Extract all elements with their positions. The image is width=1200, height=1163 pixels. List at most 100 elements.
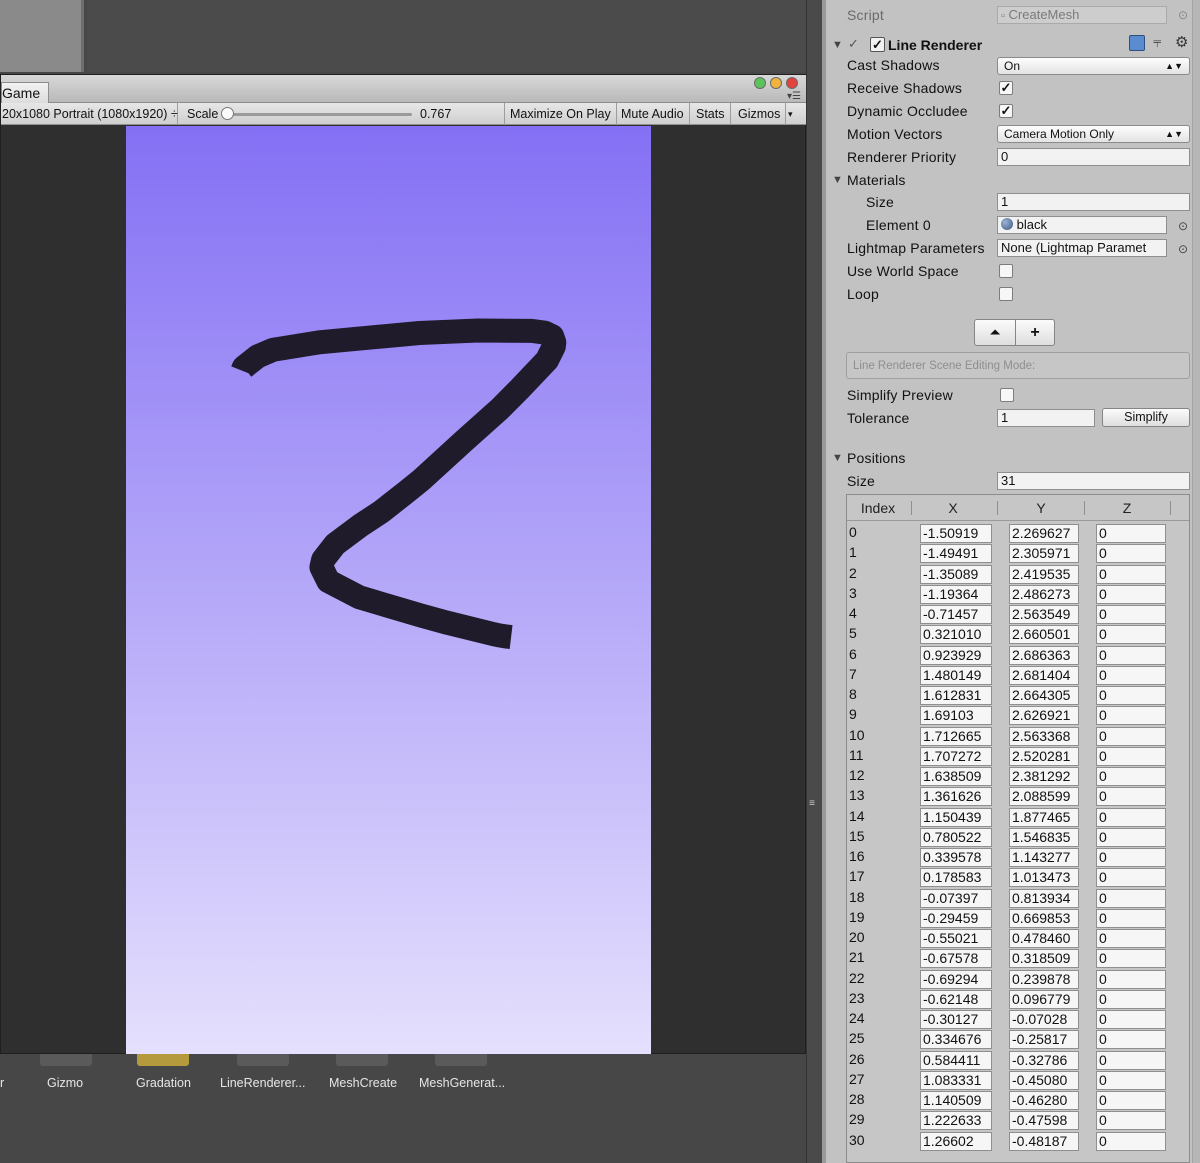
position-x-field[interactable]: -0.69294 [920, 969, 992, 989]
dynamic-occludee-checkbox[interactable]: ✓ [999, 104, 1013, 118]
position-y-field[interactable]: 0.318509 [1009, 949, 1079, 969]
position-x-field[interactable]: 1.480149 [920, 665, 992, 685]
position-z-field[interactable]: 0 [1096, 665, 1166, 685]
mute-audio-toggle[interactable]: Mute Audio [616, 103, 690, 125]
position-z-field[interactable]: 0 [1096, 584, 1166, 604]
position-y-field[interactable]: 2.686363 [1009, 645, 1079, 665]
position-y-field[interactable]: 2.381292 [1009, 767, 1079, 786]
position-x-field[interactable]: -1.50919 [920, 524, 992, 543]
position-x-field[interactable]: 1.69103 [920, 706, 992, 726]
positions-foldout-icon[interactable]: ▼ [832, 452, 843, 464]
position-y-field[interactable]: 2.660501 [1009, 625, 1079, 645]
position-x-field[interactable]: 1.638509 [920, 767, 992, 786]
position-z-field[interactable]: 0 [1096, 524, 1166, 543]
asset-label[interactable]: MeshGenerat... [419, 1076, 505, 1090]
asset-thumbnail-gradation[interactable] [137, 1054, 189, 1066]
position-y-field[interactable]: 0.669853 [1009, 908, 1079, 928]
position-x-field[interactable]: 1.712665 [920, 726, 992, 746]
position-z-field[interactable]: 0 [1096, 645, 1166, 665]
position-y-field[interactable]: -0.45080 [1009, 1070, 1079, 1090]
loop-checkbox[interactable] [999, 287, 1013, 301]
scale-slider-thumb[interactable] [221, 107, 234, 120]
column-header-index[interactable]: Index [847, 500, 909, 516]
asset-label[interactable]: Gizmo [47, 1076, 83, 1090]
tab-game[interactable]: Game [1, 82, 49, 103]
asset-label[interactable]: MeshCreate [329, 1076, 397, 1090]
asset-thumbnail[interactable] [336, 1054, 388, 1066]
position-z-field[interactable]: 0 [1096, 929, 1166, 948]
scale-slider-track[interactable] [226, 113, 412, 116]
asset-thumbnail[interactable] [237, 1054, 289, 1066]
splitter-grip-icon[interactable]: ≡ [806, 798, 818, 812]
object-picker-icon[interactable]: ⊙ [1178, 8, 1188, 22]
component-enabled-checkbox[interactable]: ✓ [870, 37, 885, 52]
position-y-field[interactable]: 2.088599 [1009, 787, 1079, 807]
position-x-field[interactable]: 0.339578 [920, 848, 992, 867]
position-z-field[interactable]: 0 [1096, 706, 1166, 726]
position-y-field[interactable]: 0.239878 [1009, 969, 1079, 989]
position-z-field[interactable]: 0 [1096, 767, 1166, 786]
position-z-field[interactable]: 0 [1096, 1050, 1166, 1070]
position-x-field[interactable]: 1.707272 [920, 746, 992, 766]
position-z-field[interactable]: 0 [1096, 726, 1166, 746]
position-x-field[interactable]: 1.361626 [920, 787, 992, 807]
position-x-field[interactable]: 0.923929 [920, 645, 992, 665]
position-y-field[interactable]: 2.563368 [1009, 726, 1079, 746]
object-picker-icon[interactable]: ⊙ [1178, 242, 1188, 256]
position-z-field[interactable]: 0 [1096, 827, 1166, 847]
position-z-field[interactable]: 0 [1096, 848, 1166, 867]
position-y-field[interactable]: 0.813934 [1009, 888, 1079, 908]
maximize-on-play-toggle[interactable]: Maximize On Play [505, 103, 617, 125]
create-points-button[interactable]: + [1015, 319, 1055, 346]
position-y-field[interactable]: 2.419535 [1009, 564, 1079, 584]
position-z-field[interactable]: 0 [1096, 1070, 1166, 1090]
panel-splitter[interactable] [806, 0, 822, 1163]
foldout-arrow-icon[interactable]: ▼ [832, 39, 843, 51]
gizmos-toggle[interactable]: Gizmos [733, 103, 787, 125]
gizmos-dropdown-arrow[interactable]: ▾ [783, 103, 798, 125]
resolution-dropdown[interactable]: 20x1080 Portrait (1080x1920) ÷ [0, 103, 178, 125]
position-x-field[interactable]: 1.150439 [920, 807, 992, 827]
position-y-field[interactable]: -0.25817 [1009, 1030, 1079, 1050]
position-x-field[interactable]: 0.780522 [920, 827, 992, 847]
position-x-field[interactable]: 0.334676 [920, 1030, 992, 1050]
position-x-field[interactable]: 1.26602 [920, 1131, 992, 1151]
asset-label[interactable]: LineRenderer... [220, 1076, 305, 1090]
position-x-field[interactable]: -0.71457 [920, 605, 992, 624]
position-z-field[interactable]: 0 [1096, 949, 1166, 969]
column-header-z[interactable]: Z [1086, 500, 1168, 516]
position-y-field[interactable]: 1.013473 [1009, 868, 1079, 888]
position-z-field[interactable]: 0 [1096, 625, 1166, 645]
position-y-field[interactable]: 2.305971 [1009, 544, 1079, 564]
position-z-field[interactable]: 0 [1096, 969, 1166, 989]
position-x-field[interactable]: -0.29459 [920, 908, 992, 928]
position-y-field[interactable]: 0.478460 [1009, 929, 1079, 948]
position-x-field[interactable]: 0.178583 [920, 868, 992, 888]
position-x-field[interactable]: -0.62148 [920, 989, 992, 1009]
position-y-field[interactable]: 2.269627 [1009, 524, 1079, 543]
stats-toggle[interactable]: Stats [691, 103, 731, 125]
position-y-field[interactable]: -0.46280 [1009, 1091, 1079, 1110]
position-x-field[interactable]: -0.67578 [920, 949, 992, 969]
gear-icon[interactable]: ⚙ [1175, 33, 1188, 51]
asset-thumbnail[interactable] [40, 1054, 92, 1066]
position-x-field[interactable]: -1.35089 [920, 564, 992, 584]
position-z-field[interactable]: 0 [1096, 868, 1166, 888]
panel-menu-icon[interactable]: ▾☰ [787, 91, 801, 102]
position-z-field[interactable]: 0 [1096, 1131, 1166, 1151]
position-z-field[interactable]: 0 [1096, 564, 1166, 584]
help-book-icon[interactable] [1129, 35, 1145, 51]
position-y-field[interactable]: 1.143277 [1009, 848, 1079, 867]
position-y-field[interactable]: 2.664305 [1009, 686, 1079, 705]
position-z-field[interactable]: 0 [1096, 746, 1166, 766]
materials-foldout-icon[interactable]: ▼ [832, 174, 843, 186]
position-x-field[interactable]: -1.19364 [920, 584, 992, 604]
materials-size-field[interactable]: 1 [997, 193, 1190, 211]
position-y-field[interactable]: 2.520281 [1009, 746, 1079, 766]
simplify-button[interactable]: Simplify [1102, 408, 1190, 427]
cast-shadows-dropdown[interactable]: On ▲▼ [997, 57, 1190, 75]
use-world-space-checkbox[interactable] [999, 264, 1013, 278]
edit-points-button[interactable]: ⏶ [974, 319, 1016, 346]
asset-label[interactable]: Gradation [136, 1076, 191, 1090]
position-x-field[interactable]: 1.222633 [920, 1111, 992, 1131]
